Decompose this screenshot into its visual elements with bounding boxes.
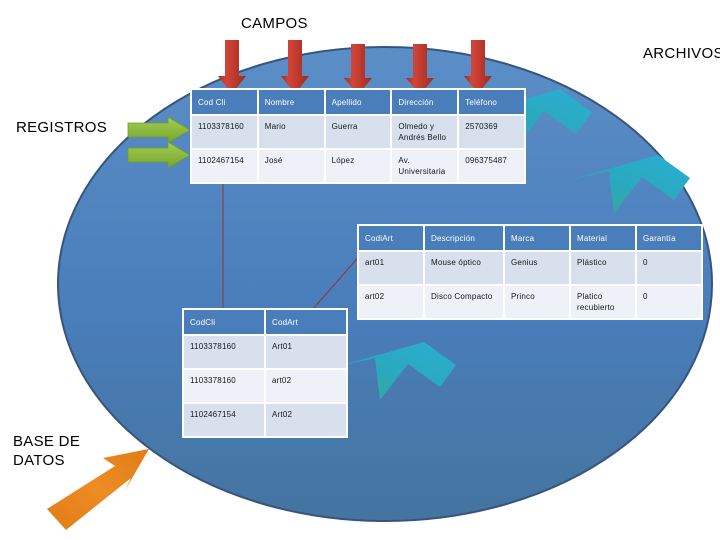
column-header: Material bbox=[571, 226, 635, 250]
diagram-canvas: CAMPOS ARCHIVOS REGISTROS BASE DE DATOS … bbox=[0, 0, 720, 540]
cell: 0 bbox=[637, 252, 701, 284]
cell: Av. Universitaria bbox=[392, 150, 458, 182]
table-row: 1103378160 art02 bbox=[184, 370, 346, 402]
column-header: CodiArt bbox=[359, 226, 423, 250]
cell: Disco Compacto bbox=[425, 286, 503, 318]
cell: Olmedo y Andrés Bello bbox=[392, 116, 458, 148]
column-header: Dirección bbox=[392, 90, 458, 114]
table-row: 1102467154 José López Av. Universitaria … bbox=[192, 150, 524, 182]
column-header: CodCli bbox=[184, 310, 264, 334]
column-header: Cod Cli bbox=[192, 90, 257, 114]
cell: 1103378160 bbox=[184, 370, 264, 402]
column-header: Nombre bbox=[258, 90, 324, 114]
table-header-row: CodiArt Descripción Marca Material Garan… bbox=[359, 226, 701, 250]
articulos-table: CodiArt Descripción Marca Material Garan… bbox=[357, 224, 703, 320]
table-header-row: Cod Cli Nombre Apellido Dirección Teléfo… bbox=[192, 90, 524, 114]
table-row: 1103378160 Art01 bbox=[184, 336, 346, 368]
column-header: Garantía bbox=[637, 226, 701, 250]
cell: art02 bbox=[266, 370, 346, 402]
cell: Art02 bbox=[266, 404, 346, 436]
cell: 0 bbox=[637, 286, 701, 318]
cell: Art01 bbox=[266, 336, 346, 368]
table-row: 1102467154 Art02 bbox=[184, 404, 346, 436]
cell: Princo bbox=[505, 286, 569, 318]
cell: Platico recubierto bbox=[571, 286, 635, 318]
cell: 2570369 bbox=[459, 116, 524, 148]
table-row: art01 Mouse óptico Genius Plástico 0 bbox=[359, 252, 701, 284]
table-row: 1103378160 Mario Guerra Olmedo y Andrés … bbox=[192, 116, 524, 148]
cell: Plástico bbox=[571, 252, 635, 284]
cell: López bbox=[325, 150, 391, 182]
column-header: Descripción bbox=[425, 226, 503, 250]
cell: Mouse óptico bbox=[425, 252, 503, 284]
cell: art01 bbox=[359, 252, 423, 284]
relacion-table: CodCli CodArt 1103378160 Art01 110337816… bbox=[182, 308, 348, 438]
column-header: Marca bbox=[505, 226, 569, 250]
cell: 1103378160 bbox=[192, 116, 257, 148]
cell: Genius bbox=[505, 252, 569, 284]
cell: 1102467154 bbox=[184, 404, 264, 436]
cell: 1102467154 bbox=[192, 150, 257, 182]
clientes-table: Cod Cli Nombre Apellido Dirección Teléfo… bbox=[190, 88, 526, 184]
column-header: CodArt bbox=[266, 310, 346, 334]
label-registros: REGISTROS bbox=[16, 119, 108, 136]
label-archivos: ARCHIVOS bbox=[643, 45, 720, 62]
label-campos: CAMPOS bbox=[241, 15, 308, 32]
column-header: Teléfono bbox=[459, 90, 524, 114]
column-header: Apellido bbox=[325, 90, 391, 114]
cell: 1103378160 bbox=[184, 336, 264, 368]
cell: art02 bbox=[359, 286, 423, 318]
cell: José bbox=[258, 150, 324, 182]
cell: 096375487 bbox=[459, 150, 524, 182]
cell: Mario bbox=[258, 116, 324, 148]
table-header-row: CodCli CodArt bbox=[184, 310, 346, 334]
label-base-de-datos: BASE DE DATOS bbox=[13, 433, 81, 469]
table-row: art02 Disco Compacto Princo Platico recu… bbox=[359, 286, 701, 318]
cell: Guerra bbox=[325, 116, 391, 148]
